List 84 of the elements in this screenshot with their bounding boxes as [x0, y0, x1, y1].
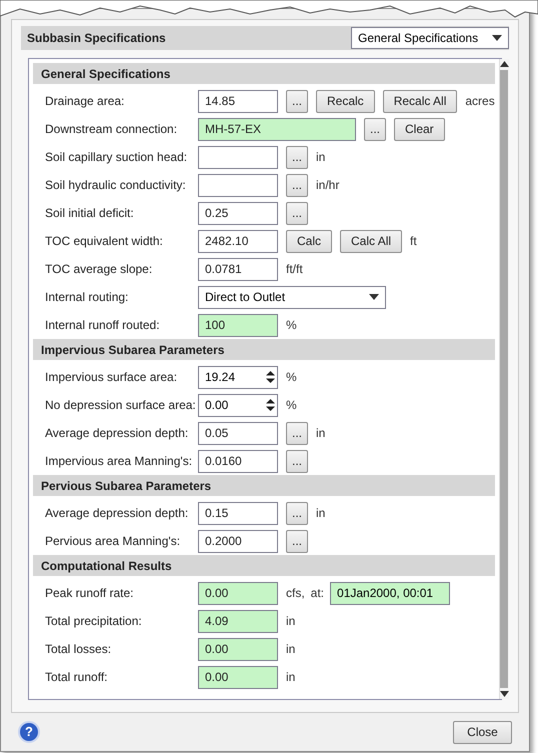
field-label: Impervious area Manning's: — [45, 453, 194, 470]
field-label: TOC average slope: — [45, 261, 154, 278]
section-header: Computational Results — [33, 555, 495, 576]
browse-button[interactable]: ... — [286, 422, 308, 444]
unit-label: in — [316, 425, 326, 442]
unit-label: acres — [465, 93, 495, 110]
unit-label: in — [286, 613, 296, 630]
routing-select[interactable]: Direct to Outlet — [198, 286, 386, 308]
input-field[interactable]: 0.00 — [198, 666, 278, 688]
input-field[interactable]: 100 — [198, 314, 278, 336]
field-label: Impervious surface area: — [45, 369, 178, 386]
field-label: Total losses: — [45, 641, 112, 658]
action-button[interactable]: Calc — [286, 230, 332, 252]
browse-button[interactable]: ... — [286, 90, 308, 112]
input-field[interactable]: 0.25 — [198, 202, 278, 224]
field-label: No depression surface area: — [45, 397, 197, 414]
unit-label: cfs, — [286, 585, 305, 602]
spin-arrows-icon — [266, 398, 275, 412]
action-button[interactable]: Calc All — [340, 230, 402, 252]
input-field[interactable]: 0.2000 — [198, 530, 278, 552]
browse-button[interactable]: ... — [286, 530, 308, 552]
field-label: Average depression depth: — [45, 425, 190, 442]
section-header: Pervious Subarea Parameters — [33, 475, 495, 496]
scroll-thumb[interactable] — [500, 70, 508, 688]
browse-button[interactable]: ... — [286, 502, 308, 524]
help-button[interactable]: ? — [18, 721, 40, 743]
panel-title: Subbasin Specifications — [27, 30, 166, 47]
field-label: Peak runoff rate: — [45, 585, 134, 602]
scroll-down-icon[interactable] — [500, 691, 509, 697]
field-label: TOC equivalent width: — [45, 233, 164, 250]
input-field[interactable]: 0.15 — [198, 502, 278, 524]
action-button[interactable]: Recalc — [316, 90, 375, 112]
view-select[interactable]: General Specifications — [351, 27, 509, 49]
close-button[interactable]: Close — [453, 720, 512, 744]
field-label: Average depression depth: — [45, 505, 190, 522]
field-label: Soil initial deficit: — [45, 205, 135, 222]
spinner-field[interactable]: 0.00 — [198, 394, 278, 416]
section-header: Impervious Subarea Parameters — [33, 339, 495, 360]
spinner-field[interactable]: 19.24 — [198, 366, 278, 388]
unit-label: % — [286, 369, 297, 386]
caret-icon — [492, 35, 502, 41]
field-label: Total precipitation: — [45, 613, 143, 630]
action-button[interactable]: Recalc All — [382, 90, 458, 112]
field-label: Soil hydraulic conductivity: — [45, 177, 187, 194]
field-label: Downstream connection: — [45, 121, 178, 138]
field-label: at: — [310, 585, 324, 602]
field-label: Pervious area Manning's: — [45, 533, 182, 550]
unit-label: ft — [410, 233, 417, 250]
section-header: General Specifications — [33, 63, 495, 84]
caret-icon — [369, 294, 379, 300]
field-label: Total runoff: — [45, 669, 108, 686]
field-label: Internal routing: — [45, 289, 130, 306]
input-field[interactable]: 0.0160 — [198, 450, 278, 472]
action-button[interactable]: Clear — [394, 118, 445, 140]
unit-label: ft/ft — [286, 261, 303, 278]
input-field[interactable]: 4.09 — [198, 610, 278, 632]
input-field[interactable]: 0.00 — [198, 582, 278, 604]
input-field[interactable]: 2482.10 — [198, 230, 278, 252]
browse-button[interactable]: ... — [286, 146, 308, 168]
unit-label: % — [286, 317, 297, 334]
unit-label: in — [286, 669, 296, 686]
input-field[interactable]: 0.00 — [198, 638, 278, 660]
scrollbar[interactable] — [498, 59, 509, 699]
browse-button[interactable]: ... — [286, 174, 308, 196]
input-field[interactable] — [198, 174, 278, 196]
unit-label: in — [316, 505, 326, 522]
field-label: Drainage area: — [45, 93, 126, 110]
input-field[interactable]: MH-57-EX — [198, 118, 356, 140]
input-field[interactable]: 01Jan2000, 00:01 — [330, 582, 450, 604]
browse-button[interactable]: ... — [364, 118, 386, 140]
input-field[interactable]: 0.05 — [198, 422, 278, 444]
field-label: Soil capillary suction head: — [45, 149, 188, 166]
unit-label: in — [316, 149, 326, 166]
scroll-up-icon[interactable] — [500, 61, 509, 67]
spin-arrows-icon — [266, 370, 275, 384]
browse-button[interactable]: ... — [286, 202, 308, 224]
field-label: Internal runoff routed: — [45, 317, 161, 334]
unit-label: in — [286, 641, 296, 658]
unit-label: in/hr — [316, 177, 340, 194]
input-field[interactable]: 0.0781 — [198, 258, 278, 280]
input-field[interactable]: 14.85 — [198, 90, 278, 112]
browse-button[interactable]: ... — [286, 450, 308, 472]
unit-label: % — [286, 397, 297, 414]
input-field[interactable] — [198, 146, 278, 168]
